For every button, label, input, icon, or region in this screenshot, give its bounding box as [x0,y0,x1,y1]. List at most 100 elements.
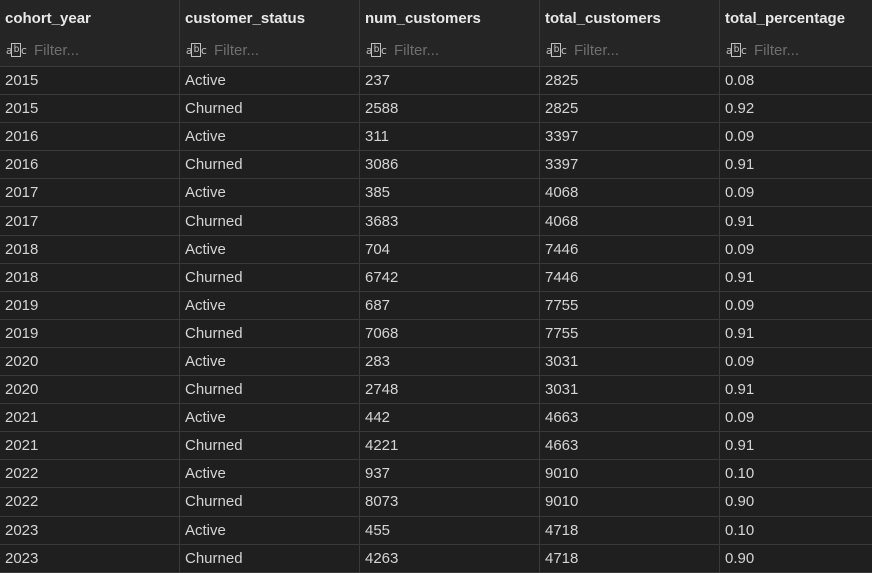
table-row[interactable]: 2015 Churned 2588 2825 0.92 [0,95,872,124]
table-row[interactable]: 2019 Churned 7068 7755 0.91 [0,319,872,348]
cell-total-percentage[interactable]: 0.90 [720,488,872,517]
cell-customer-status[interactable]: Active [180,347,360,377]
cell-num-customers[interactable]: 311 [360,123,540,152]
cell-total-percentage[interactable]: 0.91 [720,376,872,405]
cell-total-customers[interactable]: 4718 [540,516,720,545]
table-row[interactable]: 2022 Churned 8073 9010 0.90 [0,488,872,517]
cell-total-customers[interactable]: 7446 [540,263,720,292]
table-row[interactable]: 2018 Active 704 7446 0.09 [0,235,872,264]
cell-num-customers[interactable]: 4263 [360,544,540,573]
cell-customer-status[interactable]: Churned [180,432,360,461]
cell-total-customers[interactable]: 3031 [540,376,720,405]
table-row[interactable]: 2016 Active 311 3397 0.09 [0,123,872,152]
cell-customer-status[interactable]: Churned [180,319,360,348]
cell-num-customers[interactable]: 455 [360,516,540,545]
cell-cohort-year[interactable]: 2022 [0,460,180,489]
column-header-cohort-year[interactable]: cohort_year [0,0,180,34]
table-row[interactable]: 2020 Churned 2748 3031 0.91 [0,376,872,405]
cell-cohort-year[interactable]: 2021 [0,404,180,433]
cell-cohort-year[interactable]: 2023 [0,516,180,545]
cell-total-customers[interactable]: 7755 [540,319,720,348]
cell-total-percentage[interactable]: 0.91 [720,207,872,236]
table-row[interactable]: 2018 Churned 6742 7446 0.91 [0,263,872,292]
cell-customer-status[interactable]: Churned [180,376,360,405]
cell-customer-status[interactable]: Churned [180,151,360,180]
cell-num-customers[interactable]: 283 [360,347,540,377]
cell-total-percentage[interactable]: 0.09 [720,236,872,264]
cell-num-customers[interactable]: 237 [360,67,540,96]
cell-num-customers[interactable]: 7068 [360,319,540,348]
table-row[interactable]: 2015 Active 237 2825 0.08 [0,67,872,96]
cell-customer-status[interactable]: Active [180,67,360,96]
cell-customer-status[interactable]: Active [180,179,360,208]
cell-num-customers[interactable]: 937 [360,460,540,489]
column-header-num-customers[interactable]: num_customers [360,0,540,34]
cell-cohort-year[interactable]: 2019 [0,319,180,348]
table-row[interactable]: 2021 Active 442 4663 0.09 [0,404,872,433]
table-row[interactable]: 2019 Active 687 7755 0.09 [0,291,872,320]
cell-total-customers[interactable]: 7755 [540,291,720,320]
cell-total-percentage[interactable]: 0.91 [720,264,872,292]
cell-customer-status[interactable]: Active [180,460,360,489]
cell-total-percentage[interactable]: 0.09 [720,404,872,433]
cell-cohort-year[interactable]: 2018 [0,235,180,264]
cell-cohort-year[interactable]: 2017 [0,179,180,208]
cell-num-customers[interactable]: 2588 [360,95,540,124]
table-row[interactable]: 2023 Churned 4263 4718 0.90 [0,544,872,573]
cell-cohort-year[interactable]: 2022 [0,488,180,517]
cell-total-customers[interactable]: 9010 [540,488,720,517]
column-header-customer-status[interactable]: customer_status [180,0,360,34]
cell-customer-status[interactable]: Churned [180,263,360,292]
filter-input-cohort-year[interactable] [34,41,174,59]
cell-total-customers[interactable]: 4663 [540,432,720,461]
cell-total-customers[interactable]: 3397 [540,123,720,152]
cell-cohort-year[interactable]: 2021 [0,432,180,461]
cell-num-customers[interactable]: 442 [360,404,540,433]
cell-customer-status[interactable]: Churned [180,207,360,236]
cell-total-percentage[interactable]: 0.10 [720,517,872,545]
cell-total-percentage[interactable]: 0.10 [720,460,872,489]
cell-num-customers[interactable]: 3683 [360,207,540,236]
cell-total-percentage[interactable]: 0.91 [720,432,872,461]
table-row[interactable]: 2020 Active 283 3031 0.09 [0,347,872,377]
cell-cohort-year[interactable]: 2017 [0,207,180,236]
filter-input-total-percentage[interactable] [754,41,872,59]
table-row[interactable]: 2016 Churned 3086 3397 0.91 [0,151,872,180]
cell-num-customers[interactable]: 704 [360,235,540,264]
cell-total-percentage[interactable]: 0.09 [720,123,872,152]
cell-total-customers[interactable]: 4718 [540,544,720,573]
cell-cohort-year[interactable]: 2016 [0,151,180,180]
table-row[interactable]: 2017 Active 385 4068 0.09 [0,179,872,208]
cell-customer-status[interactable]: Active [180,291,360,320]
table-row[interactable]: 2017 Churned 3683 4068 0.91 [0,207,872,236]
cell-total-customers[interactable]: 4663 [540,404,720,433]
cell-num-customers[interactable]: 3086 [360,151,540,180]
cell-cohort-year[interactable]: 2019 [0,291,180,320]
cell-total-customers[interactable]: 9010 [540,460,720,489]
column-header-total-customers[interactable]: total_customers [540,0,720,34]
cell-cohort-year[interactable]: 2020 [0,347,180,377]
cell-num-customers[interactable]: 385 [360,179,540,208]
cell-num-customers[interactable]: 687 [360,291,540,320]
cell-total-percentage[interactable]: 0.09 [720,292,872,320]
cell-customer-status[interactable]: Active [180,235,360,264]
cell-cohort-year[interactable]: 2016 [0,123,180,152]
column-header-total-percentage[interactable]: total_percentage [720,0,872,34]
cell-total-percentage[interactable]: 0.91 [720,151,872,180]
filter-input-num-customers[interactable] [394,41,534,59]
cell-customer-status[interactable]: Churned [180,95,360,124]
cell-cohort-year[interactable]: 2023 [0,544,180,573]
cell-customer-status[interactable]: Active [180,123,360,152]
table-row[interactable]: 2021 Churned 4221 4663 0.91 [0,432,872,461]
cell-total-percentage[interactable]: 0.91 [720,320,872,348]
cell-total-customers[interactable]: 3397 [540,151,720,180]
cell-customer-status[interactable]: Active [180,516,360,545]
cell-total-customers[interactable]: 7446 [540,235,720,264]
cell-total-customers[interactable]: 2825 [540,95,720,124]
cell-cohort-year[interactable]: 2020 [0,376,180,405]
cell-cohort-year[interactable]: 2018 [0,263,180,292]
cell-total-percentage[interactable]: 0.92 [720,95,872,124]
cell-num-customers[interactable]: 2748 [360,376,540,405]
cell-total-customers[interactable]: 4068 [540,179,720,208]
cell-cohort-year[interactable]: 2015 [0,67,180,96]
